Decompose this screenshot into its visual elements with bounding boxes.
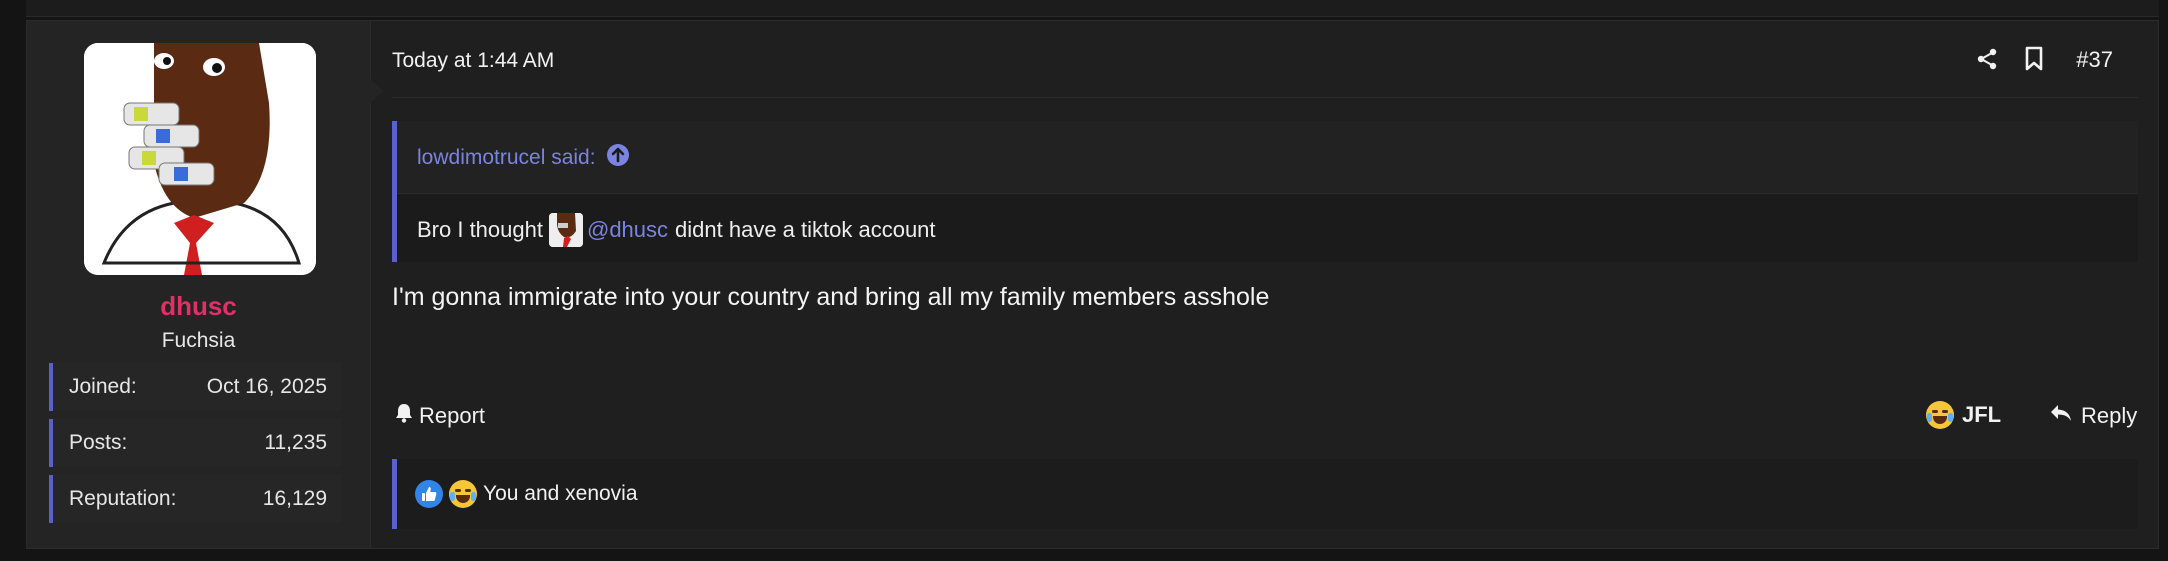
username[interactable]: dhusc [27,291,370,322]
stat-joined: Joined: Oct 16, 2025 [49,363,342,411]
quote-block: lowdimotrucel said: Bro I thought @dhusc… [392,121,2138,262]
arrow-up-circle-icon[interactable] [606,143,630,173]
laughing-emoji-icon [1926,401,1954,429]
stat-label: Reputation: [69,487,177,510]
stat-label: Joined: [69,375,137,398]
previous-post-edge [26,0,2159,17]
post-header-divider [392,97,2138,98]
reactions-summary: You and xenovia [483,482,638,505]
post-message: I'm gonna immigrate into your country an… [392,283,1270,311]
stat-value: 11,235 [264,431,327,454]
like-icon [415,480,443,508]
quote-content: Bro I thought @dhusc didnt have a tiktok… [417,213,936,247]
bell-icon [395,403,413,429]
reply-arrow-icon [2049,403,2073,429]
report-button[interactable]: Report [395,403,485,429]
share-icon[interactable] [1971,43,2003,75]
post-number-link[interactable]: #37 [2076,47,2113,73]
stat-label: Posts: [69,431,128,454]
reaction-label: JFL [1962,402,2002,427]
stat-value: 16,129 [262,487,327,510]
post-timestamp[interactable]: Today at 1:44 AM [392,49,554,73]
mention-avatar [548,213,583,247]
user-panel-arrow [370,79,384,103]
quote-text-after: didnt have a tiktok account [675,217,936,242]
reactions-bar[interactable]: You and xenovia [392,459,2138,529]
quote-header: lowdimotrucel said: [397,121,2138,194]
forum-post: dhusc Fuchsia Joined: Oct 16, 2025 Posts… [26,20,2159,549]
laughing-emoji-icon [449,480,477,508]
stat-reputation: Reputation: 16,129 [49,475,342,523]
quote-text-before: Bro I thought [417,217,543,242]
report-label: Report [419,403,486,428]
user-title: Fuchsia [161,329,236,352]
reply-label: Reply [2081,403,2138,428]
quote-author-link[interactable]: lowdimotrucel said: [417,143,630,173]
stat-value: Oct 16, 2025 [206,375,327,398]
reply-button[interactable]: Reply [2049,403,2137,429]
stat-posts: Posts: 11,235 [49,419,342,467]
bookmark-icon[interactable] [2018,43,2050,75]
user-info-panel: dhusc Fuchsia Joined: Oct 16, 2025 Posts… [27,21,371,548]
user-mention[interactable]: @dhusc [587,217,668,243]
reaction-button[interactable]: JFL [1926,401,2001,429]
quote-author-label: lowdimotrucel said: [417,146,596,169]
user-avatar[interactable] [84,43,316,275]
